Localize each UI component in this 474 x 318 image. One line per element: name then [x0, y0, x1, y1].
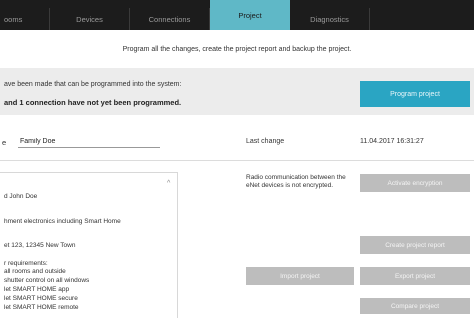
program-status-text: ave been made that can be programmed int… [4, 81, 182, 88]
description-line: hment electronics including Smart Home [4, 218, 121, 225]
main-tab-bar: ooms Devices Connections Project Diagnos… [0, 0, 474, 30]
project-name-label: e [2, 138, 7, 147]
tab-rooms-label: ooms [4, 14, 23, 24]
description-line: let SMART HOME remote [4, 304, 79, 311]
program-status-summary: and 1 connection have not yet been progr… [4, 98, 182, 107]
description-line: all rooms and outside [4, 268, 66, 275]
tab-devices[interactable]: Devices [50, 8, 130, 30]
export-project-button[interactable]: Export project [360, 267, 470, 285]
project-instruction: Program all the changes, create the proj… [122, 46, 352, 53]
description-line: let SMART HOME secure [4, 295, 78, 302]
tab-project-label: Project [238, 10, 262, 20]
program-project-button[interactable]: Program project [360, 81, 470, 107]
tab-connections-label: Connections [148, 14, 191, 24]
last-change-label: Last change [246, 138, 285, 145]
last-change-value: 11.04.2017 16:31:27 [360, 138, 424, 145]
tab-diagnostics-label: Diagnostics [310, 14, 349, 24]
create-project-report-button[interactable]: Create project report [360, 236, 470, 254]
tab-rooms[interactable]: ooms [0, 8, 50, 30]
compare-project-button[interactable]: Compare project [360, 298, 470, 314]
tab-devices-label: Devices [76, 14, 103, 24]
section-divider [0, 160, 474, 161]
description-line: shutter control on all windows [4, 277, 90, 284]
tab-diagnostics[interactable]: Diagnostics [290, 8, 370, 30]
tab-project[interactable]: Project [210, 0, 290, 30]
scroll-up-icon[interactable]: ^ [167, 180, 170, 187]
description-line: et 123, 12345 New Town [4, 242, 76, 249]
encryption-status-text: Radio communication between the eNet dev… [246, 174, 346, 189]
project-name-input[interactable] [18, 136, 160, 148]
activate-encryption-button[interactable]: Activate encryption [360, 174, 470, 192]
description-line: let SMART HOME app [4, 286, 70, 293]
tab-connections[interactable]: Connections [130, 8, 210, 30]
description-line: d John Doe [4, 193, 38, 200]
description-line: r requirements: [4, 260, 48, 267]
import-project-button[interactable]: Import project [246, 267, 354, 285]
